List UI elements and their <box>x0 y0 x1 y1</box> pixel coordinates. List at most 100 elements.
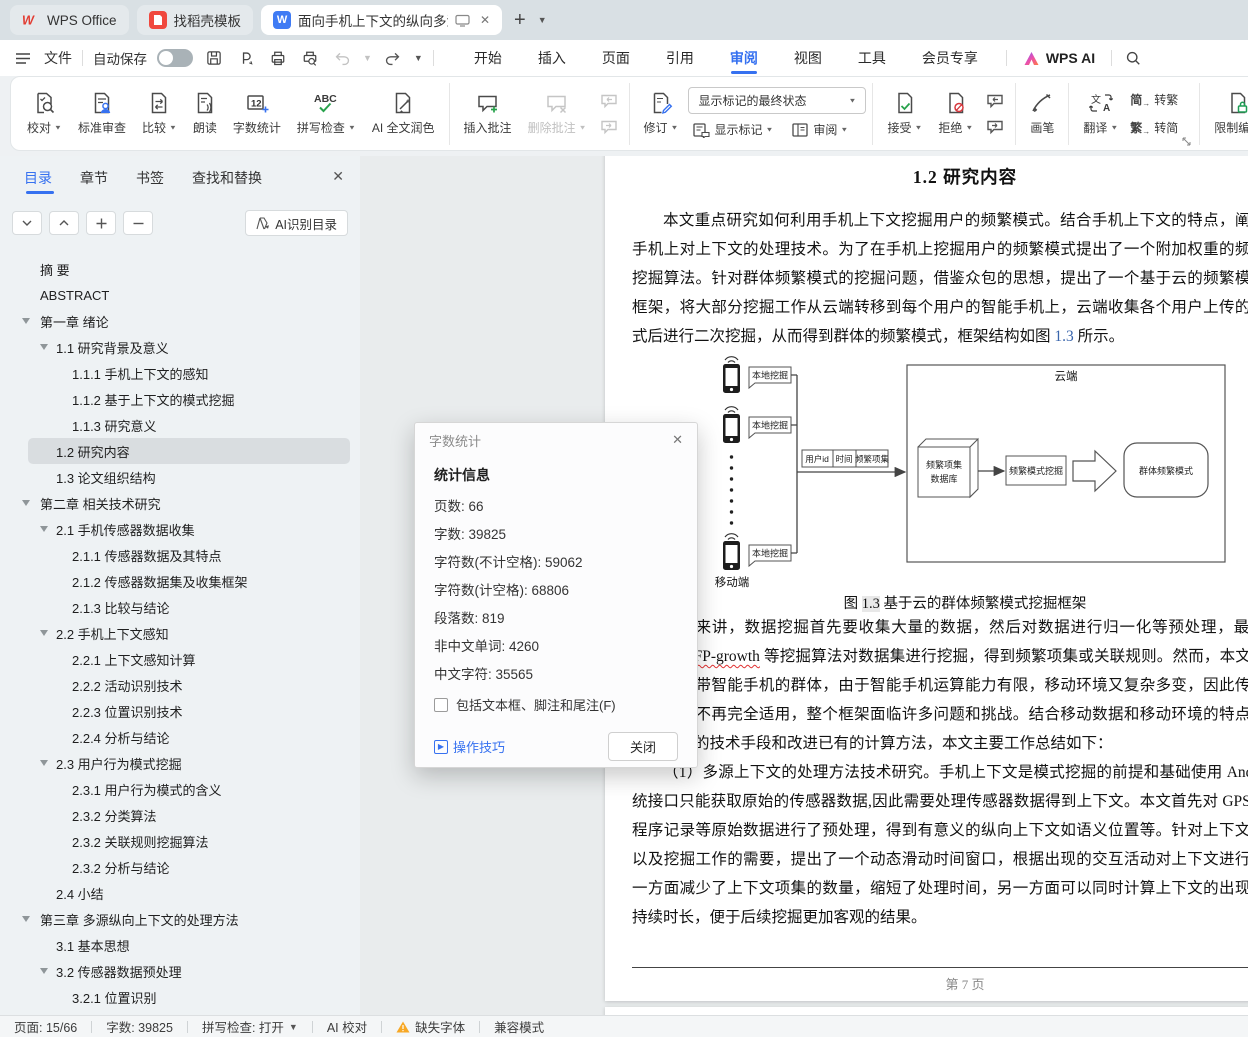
sidebar-tab[interactable]: 目录 <box>24 168 52 194</box>
menu-tab[interactable]: 审阅 <box>712 40 776 76</box>
show-markup-button[interactable]: 显示标记▼ <box>688 119 777 140</box>
checkbox-icon[interactable] <box>434 698 448 712</box>
collapse-arrow-icon[interactable] <box>22 318 30 324</box>
word-count-button[interactable]: 12 字数统计 <box>225 86 289 141</box>
expand-collapse-up-button[interactable] <box>49 211 79 235</box>
toc-item[interactable]: 2.1 手机传感器数据收集 <box>28 516 350 542</box>
previous-change-button[interactable] <box>984 92 1006 110</box>
toc-item[interactable]: 2.3.2 关联规则挖掘算法 <box>28 828 350 854</box>
collapse-arrow-icon[interactable] <box>22 916 30 922</box>
close-tab-icon[interactable]: ✕ <box>476 11 494 29</box>
search-icon[interactable] <box>1122 47 1144 69</box>
sidebar-close-icon[interactable]: ✕ <box>332 168 344 185</box>
wps-home-tab[interactable]: W WPS Office <box>10 5 129 35</box>
toc-item[interactable]: 1.1.2 基于上下文的模式挖掘 <box>28 386 350 412</box>
menu-tab[interactable]: 视图 <box>776 40 840 76</box>
expand-collapse-down-button[interactable] <box>12 211 42 235</box>
toc-item[interactable]: 2.2.3 位置识别技术 <box>28 698 350 724</box>
toc-item[interactable]: 1.1 研究背景及意义 <box>28 334 350 360</box>
next-change-button[interactable] <box>984 118 1006 136</box>
ai-polish-button[interactable]: AI 全文润色 <box>364 86 443 141</box>
to-simplified-button[interactable]: 繁 转简 <box>1126 117 1182 138</box>
toc-item[interactable]: 2.1.1 传感器数据及其特点 <box>28 542 350 568</box>
previous-comment-button[interactable] <box>598 92 620 110</box>
spell-check-button[interactable]: ABC 拼写检查▼ <box>289 86 364 141</box>
autosave-toggle[interactable] <box>157 49 193 67</box>
track-changes-button[interactable]: 修订▼ <box>636 86 687 141</box>
status-item[interactable]: AI 校对 <box>327 1017 367 1036</box>
misspelled-word[interactable]: FP-growth <box>694 648 760 665</box>
document-page[interactable]: 1.2 研究内容 本文重点研究如何利用手机上下文挖掘用户的频繁模式。结合手机上下… <box>605 156 1248 1001</box>
toc-item[interactable]: 2.1.2 传感器数据集及收集框架 <box>28 568 350 594</box>
restrict-editing-button[interactable]: 限制编辑 <box>1206 86 1248 141</box>
review-pane-button[interactable]: 审阅▼ <box>787 119 852 140</box>
new-tab-button[interactable]: + <box>510 9 530 32</box>
toc-item[interactable]: 2.4 小结 <box>28 880 350 906</box>
toc-item[interactable]: 2.1.3 比较与结论 <box>28 594 350 620</box>
close-dialog-button[interactable]: 关闭 <box>608 732 678 761</box>
hamburger-icon[interactable] <box>12 47 34 69</box>
menu-tab[interactable]: 引用 <box>648 40 712 76</box>
collapse-arrow-icon[interactable] <box>40 760 48 766</box>
next-comment-button[interactable] <box>598 118 620 136</box>
toc-item[interactable]: 2.3.2 分类算法 <box>28 802 350 828</box>
delete-comment-button[interactable]: 删除批注▼ <box>520 86 595 141</box>
status-item[interactable]: 页面: 15/66 <box>14 1017 77 1036</box>
status-item[interactable]: 拼写检查: 打开▼ <box>202 1017 298 1036</box>
collapse-all-button[interactable] <box>123 211 153 235</box>
collapse-arrow-icon[interactable] <box>40 344 48 350</box>
print-icon[interactable] <box>267 47 289 69</box>
dialog-title-bar[interactable]: 字数统计 ✕ <box>415 423 697 457</box>
toc-item[interactable]: ABSTRACT <box>28 282 350 308</box>
toc-item[interactable]: 1.2 研究内容 <box>28 438 350 464</box>
word-count-dialog[interactable]: 字数统计 ✕ 统计信息 页数: 66字数: 39825字符数(不计空格): 59… <box>414 422 698 768</box>
sidebar-tab[interactable]: 书签 <box>136 168 164 194</box>
menu-tab[interactable]: 插入 <box>520 40 584 76</box>
menu-tab[interactable]: 会员专享 <box>904 40 996 76</box>
toc-item[interactable]: 2.2.1 上下文感知计算 <box>28 646 350 672</box>
dialog-close-icon[interactable]: ✕ <box>672 432 683 448</box>
toc-item[interactable]: 2.2.2 活动识别技术 <box>28 672 350 698</box>
ink-brush-button[interactable]: 画笔 <box>1022 86 1062 141</box>
toc-item[interactable]: 2.2.4 分析与结论 <box>28 724 350 750</box>
to-traditional-button[interactable]: 简 转繁 <box>1126 89 1182 110</box>
reject-changes-button[interactable]: 拒绝▼ <box>930 86 981 141</box>
file-menu[interactable]: 文件 <box>44 48 72 68</box>
toc-item[interactable]: 摘 要 <box>28 256 350 282</box>
wps-ai-button[interactable]: WPS AI <box>1017 50 1101 66</box>
menu-tab[interactable]: 工具 <box>840 40 904 76</box>
collapse-arrow-icon[interactable] <box>22 500 30 506</box>
toc-item[interactable]: 第二章 相关技术研究 <box>28 490 350 516</box>
docer-template-tab[interactable]: 找稻壳模板 <box>137 5 254 35</box>
toc-item[interactable]: 3.1 基本思想 <box>28 932 350 958</box>
export-pdf-icon[interactable] <box>235 47 257 69</box>
collapse-arrow-icon[interactable] <box>40 968 48 974</box>
expand-all-button[interactable] <box>86 211 116 235</box>
markup-state-dropdown[interactable]: 显示标记的最终状态 ▼ <box>688 87 866 114</box>
menu-tab[interactable]: 开始 <box>456 40 520 76</box>
collapse-arrow-icon[interactable] <box>40 526 48 532</box>
read-aloud-button[interactable]: 朗读 <box>185 86 225 141</box>
toc-item[interactable]: 3.2 传感器数据预处理 <box>28 958 350 984</box>
document-tab[interactable]: W 面向手机上下文的纵向多源数 ✕ <box>261 5 502 35</box>
group-expand-icon[interactable] <box>1182 137 1191 146</box>
proofread-button[interactable]: 校对▼ <box>19 86 70 141</box>
toc-item[interactable]: 3.2.1 位置识别 <box>28 984 350 1010</box>
collapse-arrow-icon[interactable] <box>40 630 48 636</box>
toc-item[interactable]: 2.3.2 分析与结论 <box>28 854 350 880</box>
figure-cross-reference[interactable]: 1.3 <box>1054 328 1073 345</box>
redo-icon[interactable] <box>382 47 404 69</box>
menu-tab[interactable]: 页面 <box>584 40 648 76</box>
undo-options-chevron-icon[interactable]: ▼ <box>363 53 372 63</box>
standard-review-button[interactable]: 标准审查 <box>70 86 134 141</box>
accept-changes-button[interactable]: 接受▼ <box>879 86 930 141</box>
toc-item[interactable]: 1.1.3 研究意义 <box>28 412 350 438</box>
include-footnotes-checkbox-row[interactable]: 包括文本框、脚注和尾注(F) <box>434 695 678 714</box>
save-icon[interactable] <box>203 47 225 69</box>
redo-options-chevron-icon[interactable]: ▼ <box>414 53 423 63</box>
ai-recognize-toc-button[interactable]: AI识别目录 <box>245 210 348 236</box>
status-item[interactable]: 字数: 39825 <box>106 1017 173 1036</box>
toc-item[interactable]: 第一章 绪论 <box>28 308 350 334</box>
screen-share-icon[interactable] <box>455 14 470 27</box>
compare-button[interactable]: 比较▼ <box>134 86 185 141</box>
